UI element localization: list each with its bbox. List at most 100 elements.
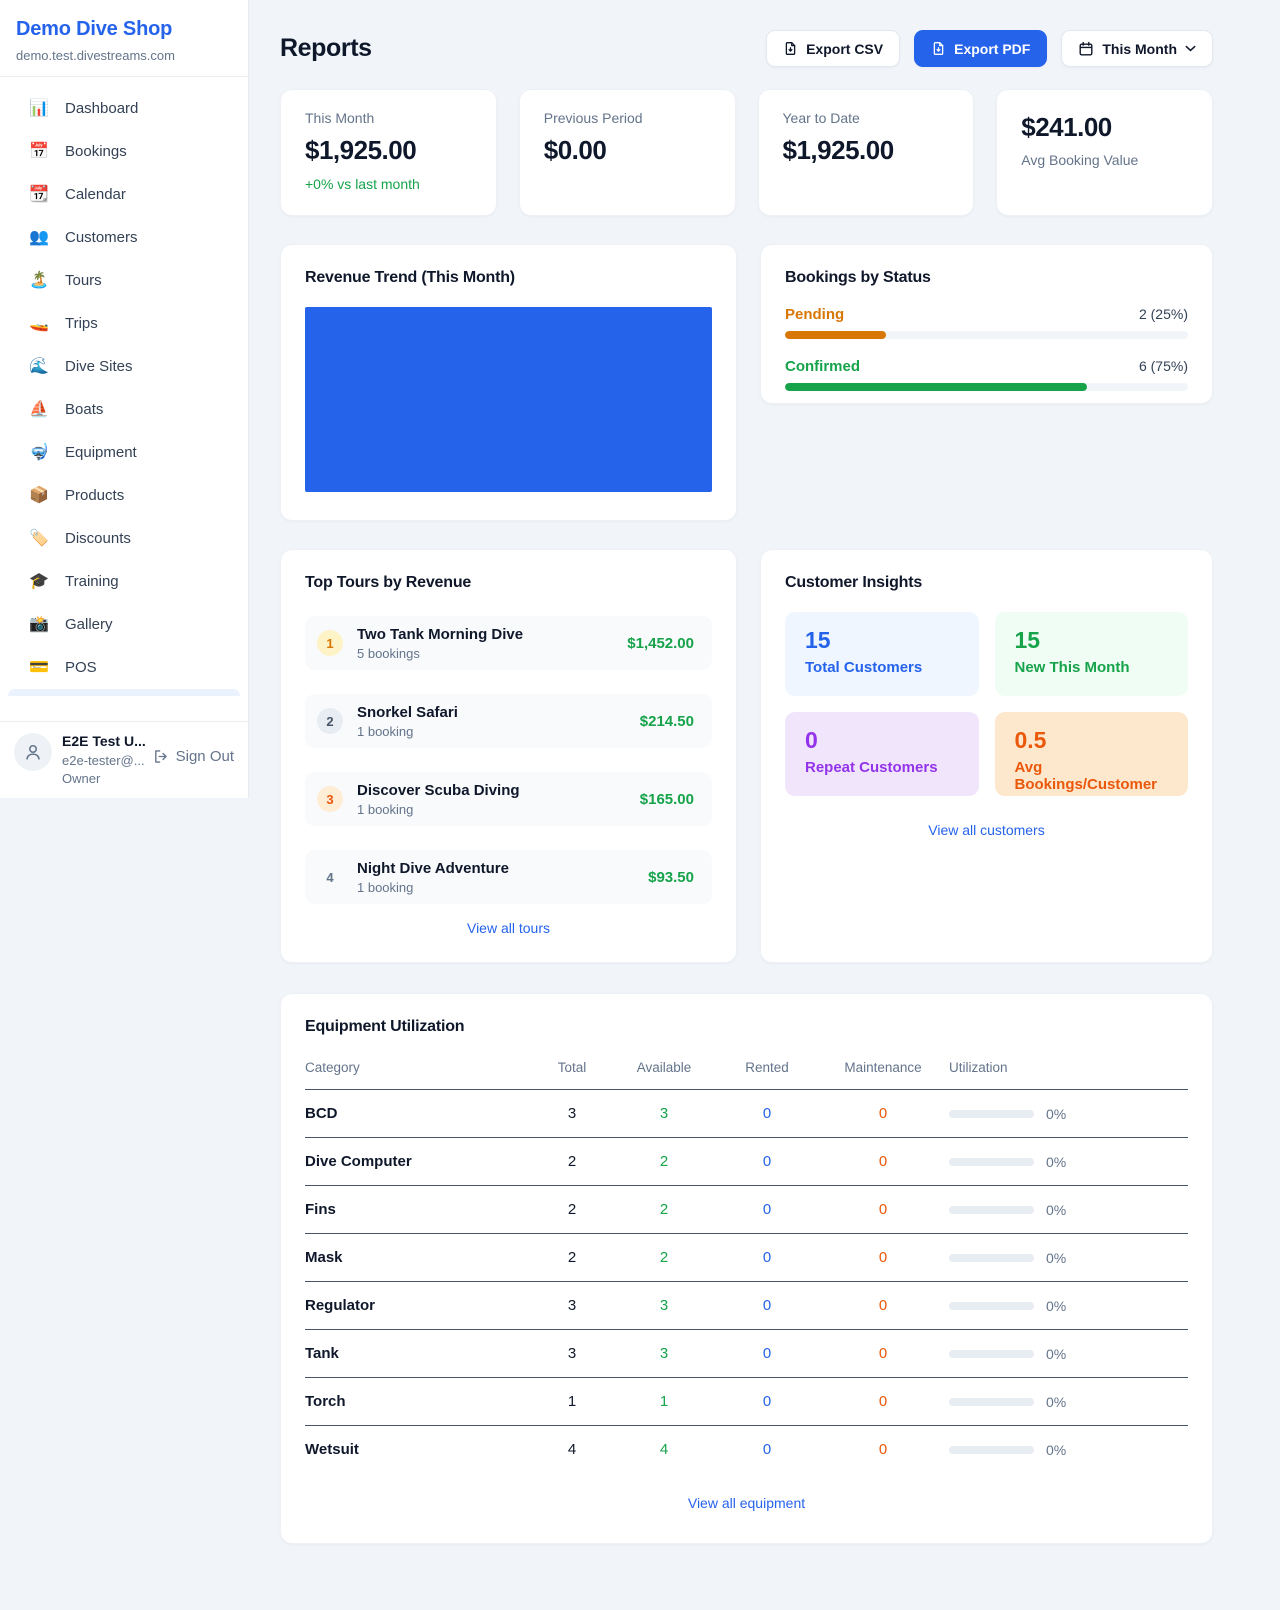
cell-total: 3 <box>533 1330 611 1378</box>
calendar-icon: 📆 <box>28 187 50 203</box>
charts-row: Revenue Trend (This Month) Bookings by S… <box>280 244 1213 521</box>
stat-label: This Month <box>305 110 472 126</box>
cell-available: 3 <box>611 1282 717 1330</box>
main-content: Reports Export CSV Export PDF <box>280 0 1213 1544</box>
cell-category: Wetsuit <box>305 1426 533 1474</box>
sidebar-item-label: Boats <box>65 401 103 418</box>
list-item: 3 Discover Scuba Diving 1 booking $165.0… <box>305 772 712 826</box>
cell-category: Tank <box>305 1330 533 1378</box>
stat-card-previous-period: Previous Period $0.00 <box>519 89 736 216</box>
sidebar-item-label: Tours <box>65 272 102 289</box>
view-all-customers-link[interactable]: View all customers <box>928 822 1044 838</box>
insight-tile-new-this-month: 15 New This Month <box>995 612 1189 696</box>
sidebar-item-label: Gallery <box>65 616 113 633</box>
sidebar-item-calendar[interactable]: 📆 Calendar <box>0 173 248 216</box>
export-pdf-button[interactable]: Export PDF <box>914 30 1047 67</box>
sidebar-item-discounts[interactable]: 🏷️ Discounts <box>0 517 248 560</box>
sidebar-item-label: Products <box>65 487 124 504</box>
rank-badge: 3 <box>317 786 343 812</box>
cell-rented: 0 <box>717 1186 817 1234</box>
sidebar-item-label: Calendar <box>65 186 126 203</box>
sidebar-item-label: Trips <box>65 315 98 332</box>
tour-amount: $165.00 <box>640 791 694 808</box>
table-row: BCD 3 3 0 0 0% <box>305 1090 1188 1138</box>
sidebar-item-gallery[interactable]: 📸 Gallery <box>0 603 248 646</box>
brand-name[interactable]: Demo Dive Shop <box>16 18 232 41</box>
cell-category: Torch <box>305 1378 533 1426</box>
stat-value: $241.00 <box>1021 112 1188 143</box>
export-csv-button[interactable]: Export CSV <box>766 30 900 67</box>
table-header-row: Category Total Available Rented Maintena… <box>305 1050 1188 1090</box>
table-row: Torch 1 1 0 0 0% <box>305 1378 1188 1426</box>
stat-cards-row: This Month $1,925.00 +0% vs last month P… <box>280 89 1213 216</box>
view-all-equipment-link[interactable]: View all equipment <box>688 1495 805 1511</box>
list-item: 2 Snorkel Safari 1 booking $214.50 <box>305 694 712 748</box>
sidebar-item-reports-active-partial[interactable] <box>8 689 240 696</box>
cell-available: 3 <box>611 1090 717 1138</box>
cell-rented: 0 <box>717 1234 817 1282</box>
cell-rented: 0 <box>717 1330 817 1378</box>
calendar-date-icon: 📅 <box>28 144 50 160</box>
stat-value: $0.00 <box>544 135 711 166</box>
insight-label: Repeat Customers <box>805 759 959 776</box>
utilization-bar <box>949 1446 1034 1454</box>
top-tours-title: Top Tours by Revenue <box>305 574 712 592</box>
insight-label: Avg Bookings/Customer <box>1015 759 1169 793</box>
tour-amount: $214.50 <box>640 713 694 730</box>
sidebar-item-tours[interactable]: 🏝️ Tours <box>0 259 248 302</box>
stat-label: Previous Period <box>544 110 711 126</box>
status-row-pending: Pending 2 (25%) <box>785 306 1188 339</box>
cell-available: 4 <box>611 1426 717 1474</box>
status-label: Pending <box>785 306 844 323</box>
sidebar-item-dashboard[interactable]: 📊 Dashboard <box>0 87 248 130</box>
cell-maintenance: 0 <box>817 1330 949 1378</box>
cell-category: Fins <box>305 1186 533 1234</box>
avatar <box>14 733 52 771</box>
cell-category: Dive Computer <box>305 1138 533 1186</box>
cell-utilization: 0% <box>1046 1154 1066 1170</box>
cell-category: Regulator <box>305 1282 533 1330</box>
status-value: 6 (75%) <box>1139 358 1188 374</box>
cell-utilization: 0% <box>1046 1298 1066 1314</box>
sailboat-icon: ⛵ <box>28 402 50 418</box>
tour-bookings: 1 booking <box>357 880 648 895</box>
sidebar-item-training[interactable]: 🎓 Training <box>0 560 248 603</box>
sidebar-item-customers[interactable]: 👥 Customers <box>0 216 248 259</box>
sidebar-item-equipment[interactable]: 🤿 Equipment <box>0 431 248 474</box>
sidebar-item-dive-sites[interactable]: 🌊 Dive Sites <box>0 345 248 388</box>
tour-amount: $1,452.00 <box>627 635 694 652</box>
page-title: Reports <box>280 34 766 63</box>
utilization-bar <box>949 1254 1034 1262</box>
progress-track <box>785 383 1188 391</box>
cell-available: 2 <box>611 1138 717 1186</box>
customer-insights-card: Customer Insights 15 Total Customers 15 … <box>760 549 1213 963</box>
progress-track <box>785 331 1188 339</box>
user-email: e2e-tester@... <box>62 753 146 768</box>
sidebar-item-products[interactable]: 📦 Products <box>0 474 248 517</box>
dashboard-icon: 📊 <box>28 101 50 117</box>
sidebar-item-bookings[interactable]: 📅 Bookings <box>0 130 248 173</box>
sidebar-item-label: Discounts <box>65 530 131 547</box>
sidebar-item-pos[interactable]: 💳 POS <box>0 646 248 689</box>
header-actions: Export CSV Export PDF This Month <box>766 30 1213 67</box>
cell-available: 2 <box>611 1186 717 1234</box>
sidebar-item-boats[interactable]: ⛵ Boats <box>0 388 248 431</box>
equipment-utilization-card: Equipment Utilization Category Total Ava… <box>280 993 1213 1544</box>
cell-utilization: 0% <box>1046 1394 1066 1410</box>
period-select[interactable]: This Month <box>1061 30 1213 67</box>
sidebar-item-label: POS <box>65 659 97 676</box>
sign-out-label: Sign Out <box>176 748 234 765</box>
cell-available: 2 <box>611 1234 717 1282</box>
tour-bookings: 1 booking <box>357 724 640 739</box>
view-all-tours-link[interactable]: View all tours <box>467 920 550 936</box>
cell-maintenance: 0 <box>817 1234 949 1282</box>
tour-amount: $93.50 <box>648 869 694 886</box>
sidebar-item-trips[interactable]: 🚤 Trips <box>0 302 248 345</box>
cell-total: 4 <box>533 1426 611 1474</box>
top-tours-card: Top Tours by Revenue 1 Two Tank Morning … <box>280 549 737 963</box>
table-row: Mask 2 2 0 0 0% <box>305 1234 1188 1282</box>
cell-rented: 0 <box>717 1282 817 1330</box>
tour-name: Night Dive Adventure <box>357 860 648 877</box>
insights-row: Top Tours by Revenue 1 Two Tank Morning … <box>280 549 1213 963</box>
sign-out-button[interactable]: Sign Out <box>152 748 234 765</box>
